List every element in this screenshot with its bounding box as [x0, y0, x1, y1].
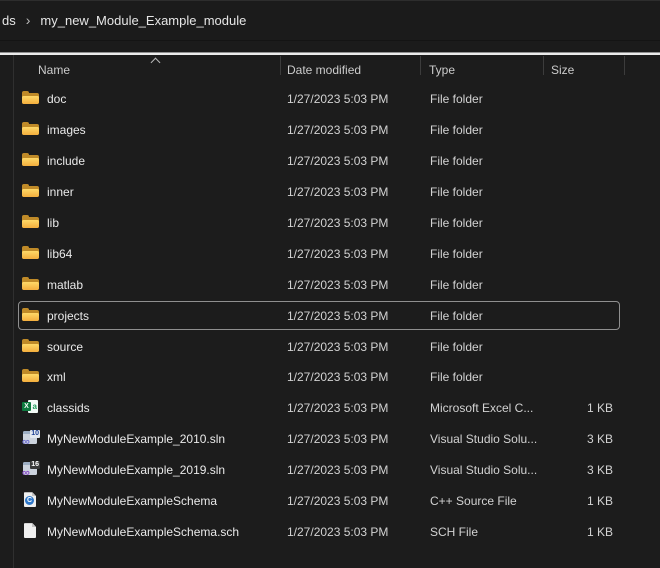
file-size: 1 KB: [513, 401, 613, 415]
file-date-modified: 1/27/2023 5:03 PM: [287, 309, 388, 323]
column-header-size[interactable]: Size: [551, 63, 574, 77]
file-row[interactable]: lib64 1/27/2023 5:03 PM File folder: [18, 239, 620, 268]
column-resize-handle[interactable]: [624, 56, 625, 75]
file-type: File folder: [430, 247, 483, 261]
file-type: File folder: [430, 278, 483, 292]
file-row[interactable]: matlab 1/27/2023 5:03 PM File folder: [18, 270, 620, 299]
column-header-date-modified[interactable]: Date modified: [287, 63, 361, 77]
file-type: File folder: [430, 123, 483, 137]
file-list: doc 1/27/2023 5:03 PM File folder images…: [0, 83, 660, 548]
file-date-modified: 1/27/2023 5:03 PM: [287, 463, 388, 477]
folder-icon: [22, 152, 40, 169]
file-row[interactable]: C MyNewModuleExampleSchema 1/27/2023 5:0…: [18, 486, 620, 515]
file-type: File folder: [430, 216, 483, 230]
breadcrumb: ds › my_new_Module_Example_module: [0, 1, 660, 40]
file-name: lib: [47, 216, 59, 230]
file-type: File folder: [430, 370, 483, 384]
file-row[interactable]: MyNewModuleExampleSchema.sch 1/27/2023 5…: [18, 517, 620, 546]
file-type: SCH File: [430, 525, 478, 539]
breadcrumb-current[interactable]: my_new_Module_Example_module: [40, 13, 246, 28]
folder-icon: [22, 90, 40, 107]
folder-icon: [22, 214, 40, 231]
folder-icon: [22, 368, 40, 385]
file-date-modified: 1/27/2023 5:03 PM: [287, 216, 388, 230]
file-type: File folder: [430, 340, 483, 354]
visual-studio-2019-solution-icon: 16∞: [22, 461, 40, 478]
file-row[interactable]: inner 1/27/2023 5:03 PM File folder: [18, 177, 620, 206]
file-size: 1 KB: [513, 525, 613, 539]
file-row[interactable]: source 1/27/2023 5:03 PM File folder: [18, 332, 620, 361]
column-resize-handle[interactable]: [420, 56, 421, 75]
file-date-modified: 1/27/2023 5:03 PM: [287, 185, 388, 199]
file-date-modified: 1/27/2023 5:03 PM: [287, 370, 388, 384]
breadcrumb-parent[interactable]: ds: [2, 13, 16, 28]
column-header-name[interactable]: Name: [38, 63, 70, 77]
file-name: xml: [47, 370, 66, 384]
file-date-modified: 1/27/2023 5:03 PM: [287, 154, 388, 168]
folder-icon: [22, 245, 40, 262]
file-date-modified: 1/27/2023 5:03 PM: [287, 92, 388, 106]
folder-icon: [22, 338, 40, 355]
document-icon: [22, 523, 40, 540]
file-name: inner: [47, 185, 74, 199]
column-headers: Name Date modified Type Size: [0, 55, 660, 84]
file-row[interactable]: 16∞ MyNewModuleExample_2019.sln 1/27/202…: [18, 455, 620, 484]
file-name: classids: [47, 401, 90, 415]
file-date-modified: 1/27/2023 5:03 PM: [287, 340, 388, 354]
file-row[interactable]: aX classids 1/27/2023 5:03 PM Microsoft …: [18, 393, 620, 422]
file-name: MyNewModuleExampleSchema.sch: [47, 525, 239, 539]
file-date-modified: 1/27/2023 5:03 PM: [287, 401, 388, 415]
file-date-modified: 1/27/2023 5:03 PM: [287, 247, 388, 261]
file-name: lib64: [47, 247, 72, 261]
column-resize-handle[interactable]: [280, 56, 281, 75]
file-type: File folder: [430, 154, 483, 168]
visual-studio-2010-solution-icon: 10∞: [22, 430, 40, 447]
folder-icon: [22, 276, 40, 293]
file-size: 1 KB: [513, 494, 613, 508]
breadcrumb-divider: [0, 40, 660, 41]
column-header-type[interactable]: Type: [429, 63, 455, 77]
cpp-source-file-icon: C: [22, 492, 40, 509]
file-row[interactable]: xml 1/27/2023 5:03 PM File folder: [18, 362, 620, 391]
file-name: matlab: [47, 278, 83, 292]
file-type: File folder: [430, 185, 483, 199]
folder-icon: [22, 183, 40, 200]
file-explorer-window: ds › my_new_Module_Example_module Name D…: [0, 0, 660, 568]
file-row[interactable]: include 1/27/2023 5:03 PM File folder: [18, 146, 620, 175]
file-name: source: [47, 340, 83, 354]
file-name: MyNewModuleExample_2010.sln: [47, 432, 225, 446]
file-type: File folder: [430, 92, 483, 106]
file-date-modified: 1/27/2023 5:03 PM: [287, 278, 388, 292]
file-date-modified: 1/27/2023 5:03 PM: [287, 494, 388, 508]
file-type: C++ Source File: [430, 494, 517, 508]
file-date-modified: 1/27/2023 5:03 PM: [287, 432, 388, 446]
file-name: doc: [47, 92, 66, 106]
file-row[interactable]: projects 1/27/2023 5:03 PM File folder: [18, 301, 620, 330]
file-row[interactable]: doc 1/27/2023 5:03 PM File folder: [18, 84, 620, 113]
file-row[interactable]: lib 1/27/2023 5:03 PM File folder: [18, 208, 620, 237]
file-date-modified: 1/27/2023 5:03 PM: [287, 123, 388, 137]
file-name: images: [47, 123, 86, 137]
file-row[interactable]: 10∞ MyNewModuleExample_2010.sln 1/27/202…: [18, 424, 620, 453]
excel-file-icon: aX: [22, 399, 40, 416]
file-row[interactable]: images 1/27/2023 5:03 PM File folder: [18, 115, 620, 144]
file-size: 3 KB: [513, 463, 613, 477]
folder-icon: [22, 307, 40, 324]
file-name: MyNewModuleExampleSchema: [47, 494, 217, 508]
file-name: projects: [47, 309, 89, 323]
sort-ascending-icon: [151, 58, 161, 68]
file-size: 3 KB: [513, 432, 613, 446]
file-name: include: [47, 154, 85, 168]
column-resize-handle[interactable]: [543, 56, 544, 75]
file-list-area: Name Date modified Type Size doc 1/27/20…: [0, 55, 660, 568]
breadcrumb-chevron-icon: ›: [26, 12, 31, 28]
file-date-modified: 1/27/2023 5:03 PM: [287, 525, 388, 539]
folder-icon: [22, 121, 40, 138]
file-type: File folder: [430, 309, 483, 323]
file-name: MyNewModuleExample_2019.sln: [47, 463, 225, 477]
